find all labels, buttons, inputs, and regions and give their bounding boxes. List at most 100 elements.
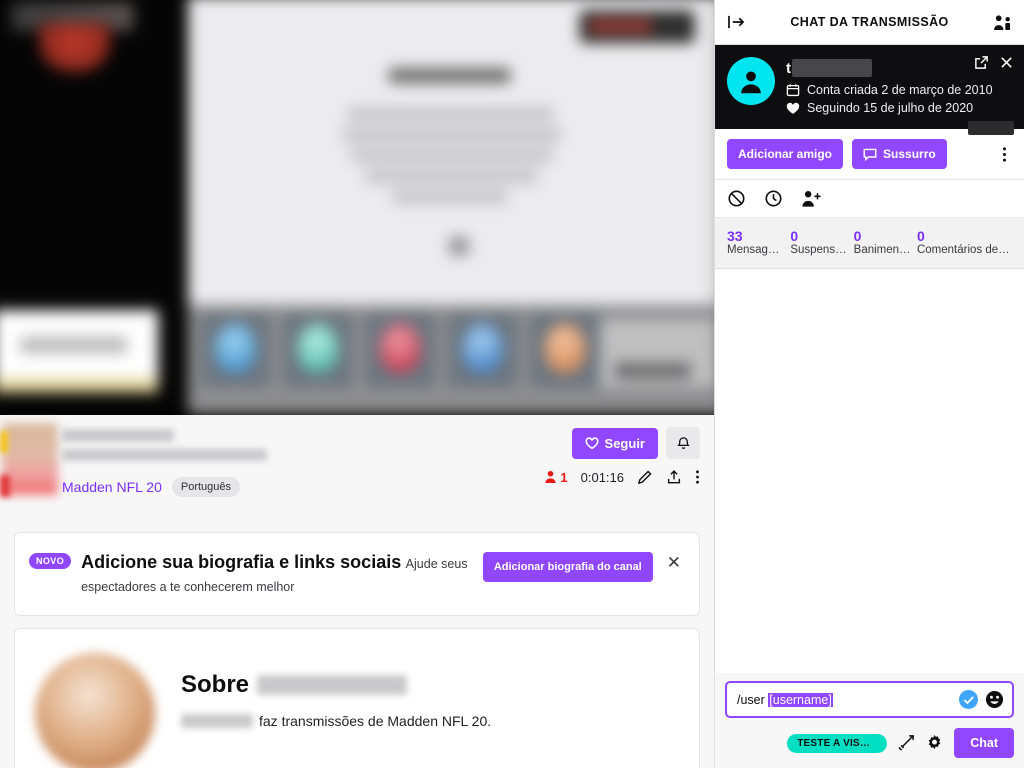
about-channel-name-redacted: [257, 675, 408, 695]
smiley-emote-icon[interactable]: [985, 690, 1004, 709]
player-taskbar-blur: [188, 304, 714, 415]
stat-value: 33: [727, 228, 743, 244]
viewer-more-options-button[interactable]: [997, 144, 1012, 165]
language-tag[interactable]: Português: [171, 477, 241, 497]
viewer-stats-row: 33 Mensag… 0 Suspens… 0 Banimen… 0 Comen…: [715, 218, 1024, 269]
stream-more-button[interactable]: [695, 469, 700, 485]
player-yellow-strip-blur: [0, 377, 159, 393]
chat-input-wrapper[interactable]: /user [username]: [725, 681, 1014, 718]
stream-info-bar: Madden NFL 20 Português Seguir 1 0:01:16: [0, 415, 714, 520]
streamer-avatar[interactable]: [2, 423, 58, 495]
player-tray-box-blur: [600, 319, 714, 388]
twitch-channel-page: Madden NFL 20 Português Seguir 1 0:01:16…: [0, 0, 1024, 768]
timeout-clock-icon: [764, 189, 783, 208]
moderation-actions-row: [715, 180, 1024, 218]
collapse-chat-icon: [727, 14, 746, 30]
chat-input-command: /user: [737, 692, 769, 707]
ban-user-button[interactable]: [727, 189, 746, 208]
stat-messages: 33 Mensag…: [727, 228, 790, 256]
notifications-button[interactable]: [666, 427, 700, 459]
category-link[interactable]: Madden NFL 20: [62, 479, 162, 495]
popout-viewer-card-button[interactable]: [974, 55, 989, 70]
heart-icon: [585, 436, 599, 450]
about-name-redacted: [181, 714, 253, 728]
add-channel-bio-button[interactable]: Adicionar biografia do canal: [482, 552, 653, 582]
stat-mod-comments: 0 Comentários de …: [917, 228, 1012, 256]
bell-icon: [676, 435, 691, 451]
uptime: 0:01:16: [580, 469, 624, 485]
chat-input[interactable]: /user [username]: [737, 692, 959, 707]
add-friend-label: Adicionar amigo: [738, 147, 833, 161]
player-red-button-blur: [579, 10, 695, 44]
viewer-username-redacted: [792, 59, 872, 77]
share-icon: [666, 469, 682, 485]
main-content-column: Madden NFL 20 Português Seguir 1 0:01:16…: [0, 0, 714, 768]
player-dot-blur: [447, 234, 471, 258]
whisper-label: Sussurro: [883, 147, 936, 161]
viewer-card-details: t Conta criada 2 de março de 2010 Seguin…: [786, 57, 993, 115]
whisper-button[interactable]: Sussurro: [852, 139, 947, 169]
banner-close-button[interactable]: ✕: [663, 551, 685, 575]
player-red-graphic-blur: [38, 22, 111, 73]
edit-stream-button[interactable]: [637, 469, 653, 485]
about-description-text: faz transmissões de Madden NFL 20.: [259, 713, 492, 729]
chat-message-list[interactable]: [715, 269, 1024, 673]
calendar-icon: [786, 83, 800, 97]
chat-settings-button[interactable]: [925, 734, 944, 753]
chat-title: CHAT DA TRANSMISSÃO: [790, 15, 949, 29]
viewer-username-initial: t: [786, 59, 791, 77]
player-page-blur: [188, 0, 709, 305]
about-text-block: Sobre faz transmissões de Madden NFL 20.: [181, 653, 491, 751]
about-heading-label: Sobre: [181, 671, 250, 698]
send-chat-button[interactable]: Chat: [954, 728, 1014, 758]
community-users-icon: [993, 14, 1012, 31]
player-tile: [282, 313, 353, 388]
avatar[interactable]: [727, 57, 775, 105]
category-row: Madden NFL 20 Português: [62, 477, 241, 497]
timeout-user-button[interactable]: [764, 189, 783, 208]
follow-controls: Seguir: [571, 427, 700, 459]
kebab-menu-icon: [1002, 146, 1007, 163]
add-moderator-button[interactable]: [801, 189, 821, 208]
stat-label: Suspens…: [790, 244, 847, 256]
stat-label: Banimen…: [853, 244, 911, 256]
share-stream-button[interactable]: [666, 469, 682, 485]
account-created-row: Conta criada 2 de março de 2010: [786, 83, 993, 97]
test-view-badge[interactable]: TESTE A VISUA...: [787, 733, 888, 753]
check-circle-icon[interactable]: [959, 690, 978, 709]
mod-tools-button[interactable]: [897, 734, 915, 752]
chat-action-bar: TESTE A VISUA... Chat: [725, 728, 1014, 758]
add-friend-button[interactable]: Adicionar amigo: [727, 139, 844, 169]
community-button[interactable]: [993, 14, 1012, 31]
default-avatar-icon: [736, 66, 766, 96]
streamer-avatar-badge: [0, 431, 8, 453]
viewer-card-redacted-right: [968, 121, 1014, 135]
pencil-icon: [637, 469, 653, 485]
stat-value: 0: [916, 228, 925, 244]
heart-filled-icon: [786, 102, 800, 115]
about-avatar: [35, 653, 155, 768]
chat-input-selected-text: [username]: [768, 692, 833, 707]
stat-label: Comentários de …: [916, 244, 1012, 256]
ban-icon: [727, 189, 746, 208]
player-tile: [447, 313, 518, 388]
channel-name-redacted: [62, 429, 174, 442]
viewer-action-buttons: Adicionar amigo Sussurro: [715, 129, 1024, 180]
collapse-chat-button[interactable]: [727, 14, 746, 30]
following-since-row: Seguindo 15 de julho de 2020: [786, 101, 993, 115]
add-moderator-icon: [801, 189, 821, 208]
close-viewer-card-button[interactable]: [999, 55, 1014, 70]
viewer-card-body: t Conta criada 2 de março de 2010 Seguin…: [727, 57, 1012, 115]
stat-label: Mensag…: [727, 244, 780, 256]
chat-input-area: /user [username] TESTE A VISUA... Chat: [715, 673, 1024, 768]
new-badge: NOVO: [29, 553, 72, 569]
player-blurred-content: [0, 0, 714, 415]
player-text-line-blur: [350, 148, 553, 163]
chat-header: CHAT DA TRANSMISSÃO: [715, 0, 1024, 45]
viewer-username: t: [786, 57, 993, 79]
video-player[interactable]: [0, 0, 714, 415]
viewer-count-icon: [544, 470, 557, 484]
player-white-box-blur: [0, 309, 159, 385]
follow-button[interactable]: Seguir: [571, 427, 658, 459]
stream-title-redacted: [62, 449, 267, 461]
